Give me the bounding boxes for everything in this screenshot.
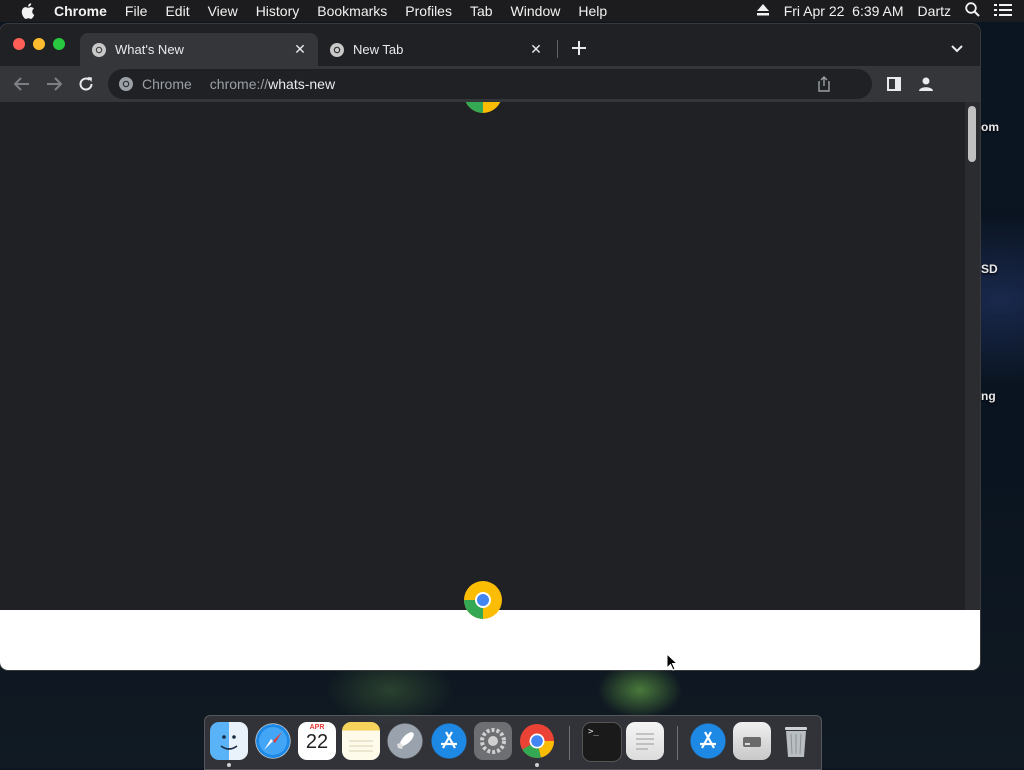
chrome-site-icon (119, 77, 133, 91)
dock-separator (569, 726, 570, 760)
menu-edit[interactable]: Edit (165, 3, 189, 19)
app-store-downloads-icon[interactable] (689, 722, 727, 760)
forward-arrow-icon[interactable] (44, 74, 64, 94)
page-scrollbar[interactable] (965, 102, 980, 670)
notes-icon[interactable] (342, 722, 380, 760)
running-indicator (227, 763, 231, 767)
running-indicator (535, 763, 539, 767)
apple-menu-icon[interactable] (19, 2, 37, 20)
menu-tab[interactable]: Tab (470, 3, 493, 19)
dock: APR 22 >_ (204, 715, 822, 770)
system-preferences-icon[interactable] (474, 722, 512, 760)
share-icon[interactable] (816, 76, 832, 92)
close-tab-icon[interactable]: ✕ (292, 41, 308, 57)
eject-icon[interactable] (756, 3, 770, 19)
spotlight-search-icon[interactable] (965, 2, 980, 20)
menu-view[interactable]: View (208, 3, 238, 19)
close-window-button[interactable] (13, 38, 25, 50)
textedit-icon[interactable] (626, 722, 664, 760)
chrome-favicon-icon (92, 42, 106, 57)
menu-profiles[interactable]: Profiles (405, 3, 452, 19)
tab-whats-new[interactable]: What's New ✕ (80, 33, 318, 66)
chrome-favicon-icon (330, 42, 344, 57)
menu-app-name[interactable]: Chrome (54, 3, 107, 19)
tab-title: New Tab (353, 42, 404, 57)
close-tab-icon[interactable]: ✕ (528, 41, 544, 57)
terminal-prompt-icon: >_ (588, 727, 599, 737)
tab-strip: What's New ✕ New Tab ✕ (0, 24, 980, 66)
site-chip-label: Chrome (142, 76, 192, 92)
tab-new-tab[interactable]: New Tab ✕ (318, 33, 556, 66)
scrollbar-thumb[interactable] (968, 106, 976, 162)
tab-title: What's New (115, 42, 184, 57)
user-name[interactable]: Dartz (918, 3, 951, 19)
menu-history[interactable]: History (256, 3, 300, 19)
finder-icon[interactable] (210, 722, 248, 760)
back-arrow-icon[interactable] (12, 74, 32, 94)
chrome-window: What's New ✕ New Tab ✕ Chrome chrome:// (0, 24, 980, 670)
calendar-day: 22 (305, 731, 329, 753)
safari-icon[interactable] (254, 722, 292, 760)
menu-help[interactable]: Help (578, 3, 607, 19)
desktop-icon-label[interactable]: ng (981, 389, 996, 403)
scrollbar-track (965, 102, 980, 610)
browser-toolbar: Chrome chrome:// whats-new (0, 66, 980, 102)
zoom-window-button[interactable] (53, 38, 65, 50)
side-panel-icon[interactable] (885, 75, 903, 93)
calendar-month: APR (309, 724, 325, 731)
launchpad-icon[interactable] (386, 722, 424, 760)
menu-window[interactable]: Window (511, 3, 561, 19)
desktop-icon-label[interactable]: om (981, 120, 999, 134)
page-lower-section (0, 581, 965, 670)
menu-bookmarks[interactable]: Bookmarks (317, 3, 387, 19)
new-tab-button[interactable] (569, 38, 589, 58)
tab-divider (557, 40, 558, 58)
address-bar[interactable]: Chrome chrome:// whats-new (108, 69, 872, 99)
chrome-icon[interactable] (518, 722, 556, 760)
mouse-cursor-icon (666, 653, 678, 671)
chrome-logo-icon (465, 102, 501, 113)
reload-icon[interactable] (76, 74, 96, 94)
desktop-icon-label[interactable]: SD (981, 262, 998, 276)
minimize-window-button[interactable] (33, 38, 45, 50)
control-center-icon[interactable] (994, 3, 1012, 20)
app-store-icon[interactable] (430, 722, 468, 760)
terminal-icon[interactable]: >_ (582, 722, 622, 762)
chrome-logo-icon (464, 581, 502, 619)
profile-avatar-icon[interactable] (917, 75, 935, 93)
menu-file[interactable]: File (125, 3, 148, 19)
clock[interactable]: Fri Apr 22 6:39 AM (784, 3, 904, 19)
menu-bar: Chrome File Edit View History Bookmarks … (0, 0, 1024, 22)
tab-search-chevron-down-icon[interactable] (948, 40, 966, 58)
url-path: whats-new (268, 76, 336, 92)
page-content (0, 102, 965, 670)
dock-separator (677, 726, 678, 760)
url-scheme: chrome:// (209, 76, 269, 92)
disk-image-icon[interactable] (733, 722, 771, 760)
calendar-icon[interactable]: APR 22 (298, 722, 336, 760)
trash-icon[interactable] (777, 722, 815, 760)
